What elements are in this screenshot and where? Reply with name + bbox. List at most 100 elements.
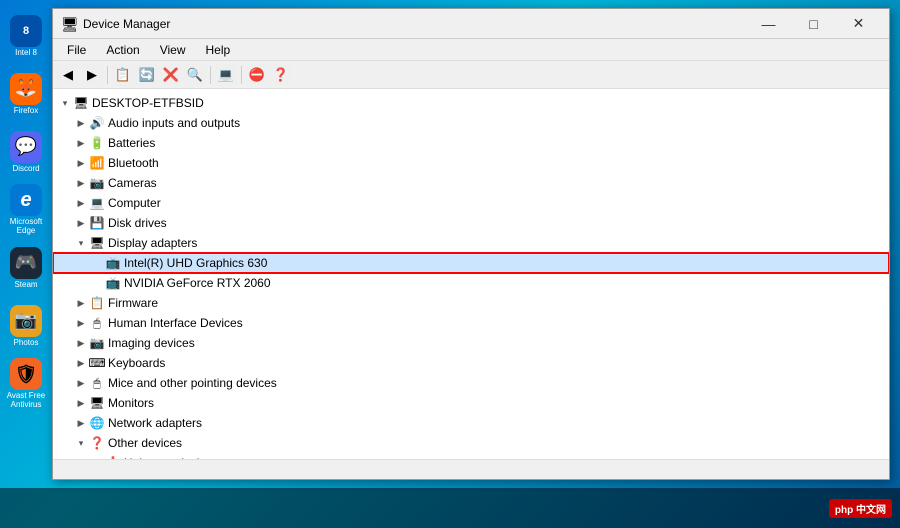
disable-button[interactable]: ⛔ (246, 64, 268, 86)
device-icon: 🔋 (89, 135, 105, 151)
tree-item[interactable]: ▶📋Firmware (53, 293, 889, 313)
device-tree[interactable]: ▾🖥DESKTOP-ETFBSID▶🔊Audio inputs and outp… (53, 89, 889, 459)
device-label: Cameras (108, 176, 157, 190)
firefox-label: Firefox (14, 107, 38, 116)
photos-icon: 📷 (10, 305, 42, 337)
device-label: Network adapters (108, 416, 202, 430)
tree-item[interactable]: ▶💾Disk drives (53, 213, 889, 233)
sidebar-icon-avast[interactable]: 🛡 Avast Free Antivirus (6, 358, 46, 410)
scan-button[interactable]: 🔍 (184, 64, 206, 86)
expand-icon: ▾ (73, 435, 89, 451)
expand-icon (89, 255, 105, 271)
sidebar-icon-edge[interactable]: e Microsoft Edge (6, 184, 46, 236)
properties-button[interactable]: 📋 (112, 64, 134, 86)
tree-item[interactable]: ▶💻Computer (53, 193, 889, 213)
expand-icon: ▶ (73, 335, 89, 351)
tree-item[interactable]: ▶📶Bluetooth (53, 153, 889, 173)
desktop-sidebar: 8 Intel 8 🦊 Firefox 💬 Discord e Microsof… (0, 0, 52, 488)
device-label: Display adapters (108, 236, 197, 250)
device-label: Mice and other pointing devices (108, 376, 277, 390)
tree-item[interactable]: ▾❓Other devices (53, 433, 889, 453)
expand-icon: ▶ (73, 195, 89, 211)
tree-item[interactable]: ▶🖱Human Interface Devices (53, 313, 889, 333)
expand-icon: ▶ (73, 415, 89, 431)
update-driver-button[interactable]: 🔄 (136, 64, 158, 86)
device-icon: 🌐 (89, 415, 105, 431)
taskbar: php 中文网 (0, 488, 900, 528)
avast-icon: 🛡 (10, 358, 42, 390)
expand-icon: ▾ (73, 235, 89, 251)
device-icon: 🖱 (89, 375, 105, 391)
back-button[interactable]: ◀ (57, 64, 79, 86)
menu-file[interactable]: File (59, 41, 94, 59)
tree-item[interactable]: ▶📷Imaging devices (53, 333, 889, 353)
close-button[interactable]: ✕ (836, 9, 881, 39)
photos-label: Photos (14, 339, 39, 348)
device-label: Batteries (108, 136, 155, 150)
edge-icon: e (10, 184, 42, 216)
expand-icon: ▶ (73, 295, 89, 311)
status-bar (53, 459, 889, 479)
uninstall-button[interactable]: ❌ (160, 64, 182, 86)
tree-item[interactable]: ▶⌨Keyboards (53, 353, 889, 373)
device-label: Keyboards (108, 356, 165, 370)
device-label: Human Interface Devices (108, 316, 243, 330)
device-manager-window: 🖥 Device Manager — □ ✕ File Action View … (52, 8, 890, 480)
sidebar-icon-firefox[interactable]: 🦊 Firefox (6, 68, 46, 120)
taskbar-right: php 中文网 (829, 499, 892, 518)
tree-item[interactable]: ▶🖱Mice and other pointing devices (53, 373, 889, 393)
device-label: Disk drives (108, 216, 167, 230)
tree-item[interactable]: ▶🌐Network adapters (53, 413, 889, 433)
device-icon: ❓ (89, 435, 105, 451)
menu-view[interactable]: View (152, 41, 194, 59)
computer-button[interactable]: 💻 (215, 64, 237, 86)
device-icon: 🖥 (89, 235, 105, 251)
device-icon: 📺 (105, 275, 121, 291)
edge-label: Microsoft Edge (6, 218, 46, 236)
device-label: Audio inputs and outputs (108, 116, 240, 130)
maximize-button[interactable]: □ (791, 9, 836, 39)
device-label: Other devices (108, 436, 182, 450)
device-label: Bluetooth (108, 156, 159, 170)
expand-icon: ▶ (73, 215, 89, 231)
window-icon: 🖥 (61, 16, 77, 32)
sidebar-icon-steam[interactable]: 🎮 Steam (6, 242, 46, 294)
expand-icon: ▶ (73, 135, 89, 151)
sidebar-icon-intel[interactable]: 8 Intel 8 (6, 10, 46, 62)
menu-action[interactable]: Action (98, 41, 147, 59)
device-icon: 📷 (89, 175, 105, 191)
tree-item[interactable]: ▾🖥Display adapters (53, 233, 889, 253)
help-button[interactable]: ❓ (270, 64, 292, 86)
tree-item[interactable]: ▾🖥DESKTOP-ETFBSID (53, 93, 889, 113)
expand-icon: ▶ (73, 355, 89, 371)
sidebar-icon-photos[interactable]: 📷 Photos (6, 300, 46, 352)
window-title: Device Manager (83, 17, 740, 31)
menu-help[interactable]: Help (198, 41, 239, 59)
menu-bar: File Action View Help (53, 39, 889, 61)
sidebar-icon-discord[interactable]: 💬 Discord (6, 126, 46, 178)
tree-item[interactable]: ▶🔋Batteries (53, 133, 889, 153)
toolbar-separator-2 (210, 66, 211, 84)
device-label: Imaging devices (108, 336, 195, 350)
expand-icon: ▾ (57, 95, 73, 111)
expand-icon: ▶ (73, 375, 89, 391)
device-label: NVIDIA GeForce RTX 2060 (124, 276, 271, 290)
minimize-button[interactable]: — (746, 9, 791, 39)
tree-item[interactable]: 📺Intel(R) UHD Graphics 630 (53, 253, 889, 273)
device-label: DESKTOP-ETFBSID (92, 96, 204, 110)
intel-icon: 8 (10, 15, 42, 47)
device-icon: 🖥 (89, 395, 105, 411)
device-icon: 🔊 (89, 115, 105, 131)
expand-icon: ▶ (73, 395, 89, 411)
tree-item[interactable]: ▶🖥Monitors (53, 393, 889, 413)
tree-item[interactable]: 📺NVIDIA GeForce RTX 2060 (53, 273, 889, 293)
device-icon: 📋 (89, 295, 105, 311)
expand-icon: ▶ (73, 155, 89, 171)
toolbar-separator-1 (107, 66, 108, 84)
tree-item[interactable]: ▶🔊Audio inputs and outputs (53, 113, 889, 133)
forward-button[interactable]: ▶ (81, 64, 103, 86)
firefox-icon: 🦊 (10, 73, 42, 105)
device-icon: 📶 (89, 155, 105, 171)
device-label: Intel(R) UHD Graphics 630 (124, 256, 267, 270)
tree-item[interactable]: ▶📷Cameras (53, 173, 889, 193)
